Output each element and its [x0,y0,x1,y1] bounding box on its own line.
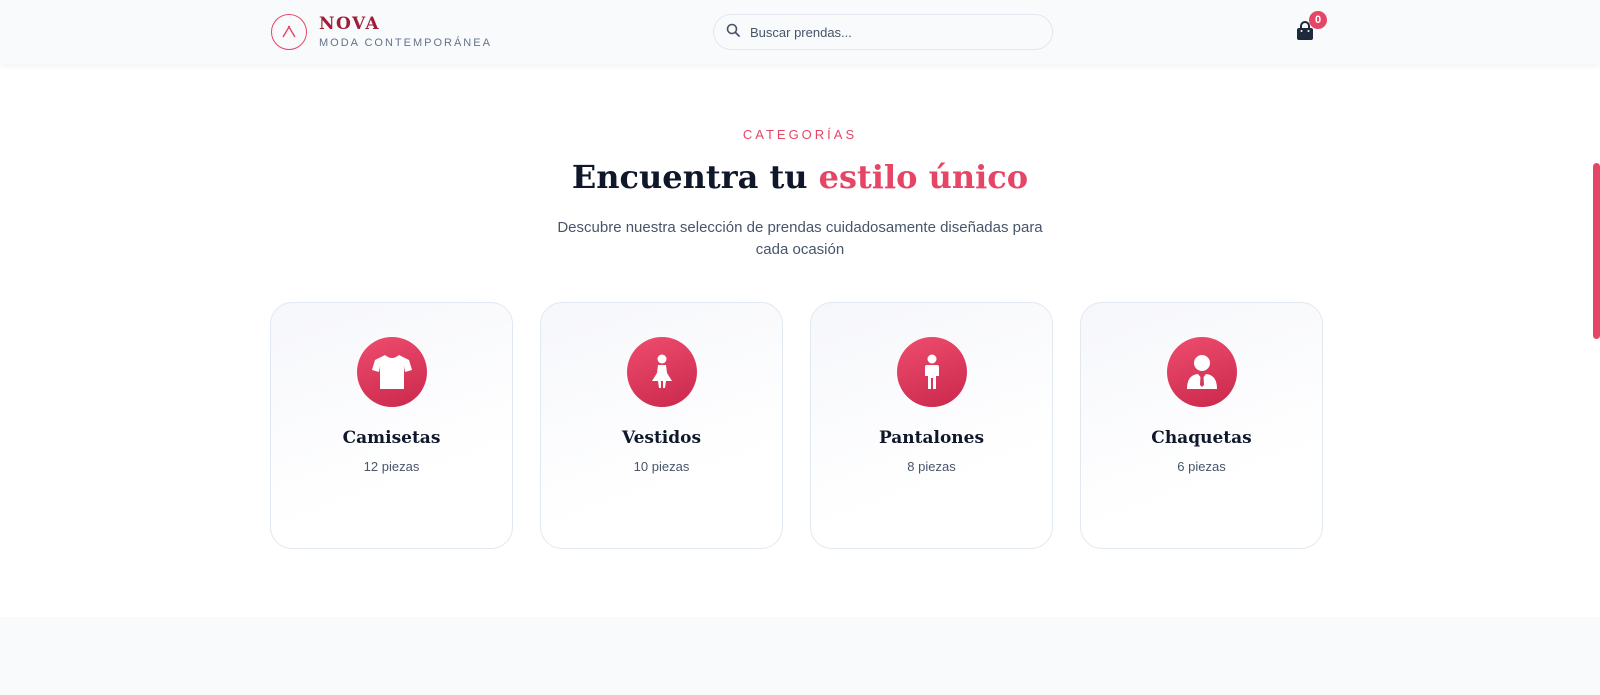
section-title: Encuentra tu estilo único [0,158,1600,196]
site-header: NOVA MODA CONTEMPORÁNEA 0 [0,0,1600,64]
title-accent: estilo único [818,158,1029,196]
next-section [0,617,1600,695]
category-grid: Camisetas 12 piezas Vestidos 10 piezas P… [270,302,1323,549]
search-icon [726,23,740,42]
category-name: Chaquetas [1151,428,1252,448]
jacket-icon [1167,337,1237,407]
category-name: Camisetas [342,428,441,448]
category-name: Pantalones [878,428,985,448]
category-card-chaquetas[interactable]: Chaquetas 6 piezas [1080,302,1323,549]
search-bar [713,14,1053,50]
category-count: 6 piezas [1177,459,1226,474]
category-card-vestidos[interactable]: Vestidos 10 piezas [540,302,783,549]
title-main: Encuentra tu [571,158,808,196]
logo-icon [271,14,307,50]
category-count: 10 piezas [633,459,690,474]
category-card-camisetas[interactable]: Camisetas 12 piezas [270,302,513,549]
category-card-pantalones[interactable]: Pantalones 8 piezas [810,302,1053,549]
categories-section: CATEGORÍAS Encuentra tu estilo único Des… [0,64,1600,617]
section-eyebrow: CATEGORÍAS [742,127,858,142]
category-count: 12 piezas [363,459,420,474]
brand[interactable]: NOVA MODA CONTEMPORÁNEA [271,14,492,50]
pants-icon [897,337,967,407]
category-count: 8 piezas [907,459,956,474]
scrollbar-thumb[interactable] [1593,163,1600,339]
category-name: Vestidos [621,428,702,448]
page-scrollbar[interactable] [1593,0,1600,695]
dress-icon [627,337,697,407]
cart-count-badge: 0 [1309,11,1327,29]
search-input[interactable] [750,24,1030,40]
brand-name: NOVA [319,14,381,34]
section-subtitle: Descubre nuestra selección de prendas cu… [557,219,1043,258]
brand-tagline: MODA CONTEMPORÁNEA [319,37,492,49]
tshirt-icon [357,337,427,407]
